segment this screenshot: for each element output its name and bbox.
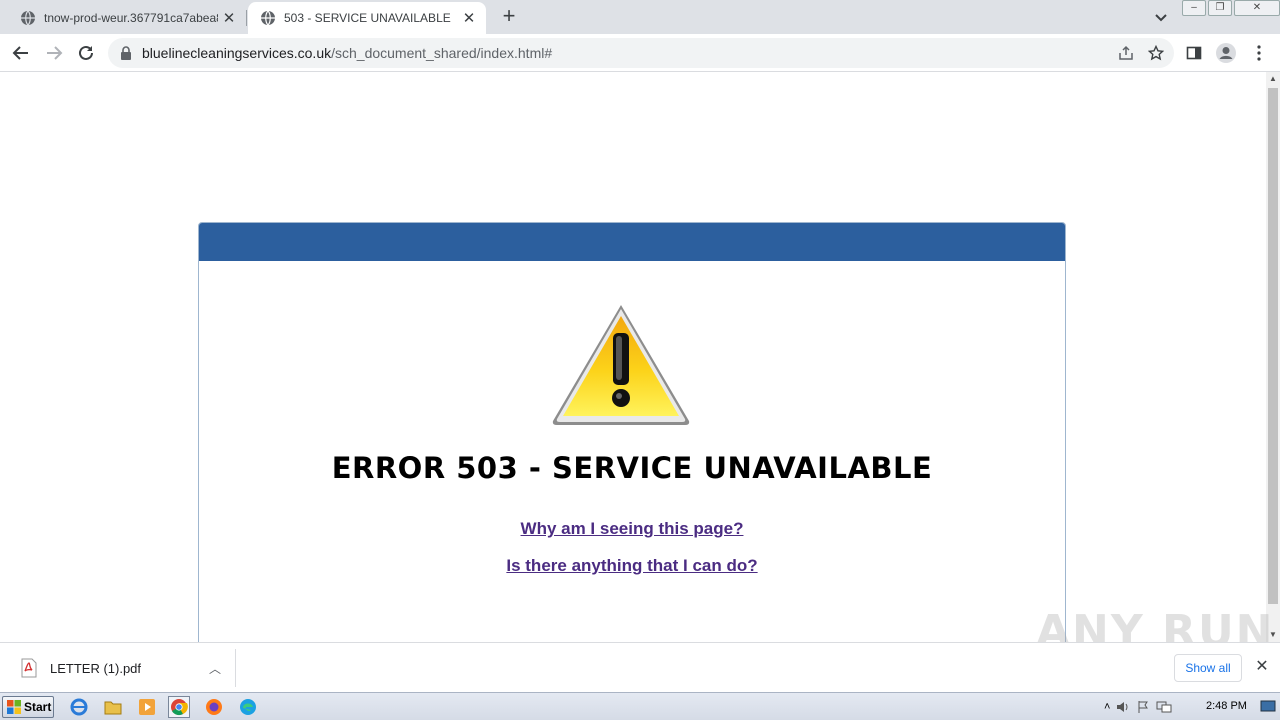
browser-toolbar: bluelinecleaningservices.co.uk/sch_docum… xyxy=(0,34,1280,72)
download-bar: LETTER (1).pdf ︿ Show all ✕ xyxy=(0,642,1280,692)
restore-button[interactable]: ❐ xyxy=(1208,0,1232,16)
back-button[interactable] xyxy=(8,40,34,66)
new-tab-button[interactable]: + xyxy=(496,5,522,29)
share-icon[interactable] xyxy=(1116,43,1136,63)
media-player-icon[interactable] xyxy=(136,696,158,718)
vertical-scrollbar[interactable]: ▲ ▼ xyxy=(1266,72,1280,642)
side-panel-button[interactable] xyxy=(1181,40,1207,66)
show-desktop-icon[interactable] xyxy=(1260,698,1276,714)
taskbar: Start ˄ 2:48 PM xyxy=(0,692,1280,720)
network-icon[interactable] xyxy=(1156,700,1172,714)
window-controls: – ❐ ✕ xyxy=(1182,0,1280,18)
reload-button[interactable] xyxy=(73,40,99,66)
taskbar-clock[interactable]: 2:48 PM xyxy=(1206,700,1247,712)
tab-close-icon[interactable]: ✕ xyxy=(458,7,480,29)
file-explorer-icon[interactable] xyxy=(102,696,124,718)
url-domain: bluelinecleaningservices.co.uk xyxy=(142,45,332,61)
forward-button[interactable] xyxy=(41,40,67,66)
url-text: bluelinecleaningservices.co.uk/sch_docum… xyxy=(142,45,552,61)
tab-separator xyxy=(246,10,247,26)
warning-icon xyxy=(552,305,690,425)
show-all-button[interactable]: Show all xyxy=(1174,654,1242,682)
page-viewport: ERROR 503 - SERVICE UNAVAILABLE Why am I… xyxy=(0,72,1266,642)
volume-icon[interactable] xyxy=(1116,700,1130,714)
ie-icon[interactable] xyxy=(68,696,90,718)
tray-expand-icon[interactable]: ˄ xyxy=(1104,701,1110,713)
action-center-flag-icon[interactable] xyxy=(1136,700,1150,714)
window-close-button[interactable]: ✕ xyxy=(1234,0,1280,16)
error-card: ERROR 503 - SERVICE UNAVAILABLE Why am I… xyxy=(198,222,1066,642)
chevron-up-icon[interactable]: ︿ xyxy=(203,660,227,677)
scroll-thumb[interactable] xyxy=(1268,88,1278,604)
download-file-name: LETTER (1).pdf xyxy=(50,660,142,676)
side-panel-icon xyxy=(1186,46,1202,60)
tab-title: 503 - SERVICE UNAVAILABLE xyxy=(284,11,451,25)
edge-icon[interactable] xyxy=(237,696,259,718)
tab-503[interactable]: 503 - SERVICE UNAVAILABLE ✕ xyxy=(248,2,486,34)
minimize-button[interactable]: – xyxy=(1182,0,1206,16)
card-header-bar xyxy=(199,223,1065,261)
what-can-i-do-link[interactable]: Is there anything that I can do? xyxy=(199,556,1065,576)
pdf-file-icon xyxy=(21,658,37,678)
start-label: Start xyxy=(24,700,52,714)
globe-icon xyxy=(261,10,275,26)
windows-flag-icon xyxy=(7,700,21,714)
reload-icon xyxy=(79,45,93,60)
firefox-icon[interactable] xyxy=(203,696,225,718)
tab-search-chevron-icon[interactable] xyxy=(1150,6,1172,28)
tab-tnow[interactable]: tnow-prod-weur.367791ca7abea81C ✕ xyxy=(8,2,246,34)
scroll-up-arrow-icon[interactable]: ▲ xyxy=(1266,72,1280,86)
avatar-icon xyxy=(1216,43,1236,63)
error-title: ERROR 503 - SERVICE UNAVAILABLE xyxy=(331,451,933,485)
kebab-menu-icon xyxy=(1257,45,1261,61)
profile-button[interactable] xyxy=(1213,40,1239,66)
menu-button[interactable] xyxy=(1246,40,1272,66)
system-tray: ˄ xyxy=(1104,695,1172,719)
tab-title: tnow-prod-weur.367791ca7abea81C xyxy=(44,11,218,25)
start-button[interactable]: Start xyxy=(2,696,54,718)
globe-icon xyxy=(21,10,35,26)
close-download-bar-icon[interactable]: ✕ xyxy=(1252,657,1272,677)
tab-close-icon[interactable]: ✕ xyxy=(218,7,240,29)
url-path: /sch_document_shared/index.html# xyxy=(331,45,553,61)
forward-arrow-icon xyxy=(47,46,63,60)
why-seeing-link[interactable]: Why am I seeing this page? xyxy=(199,519,1065,539)
chrome-icon[interactable] xyxy=(168,696,190,718)
back-arrow-icon xyxy=(12,46,28,60)
tab-strip: tnow-prod-weur.367791ca7abea81C ✕ 503 - … xyxy=(0,0,1280,34)
lock-icon[interactable] xyxy=(118,45,134,61)
bookmark-star-icon[interactable] xyxy=(1146,43,1166,63)
address-bar[interactable]: bluelinecleaningservices.co.uk/sch_docum… xyxy=(108,38,1174,68)
download-item[interactable]: LETTER (1).pdf ︿ xyxy=(10,649,236,687)
